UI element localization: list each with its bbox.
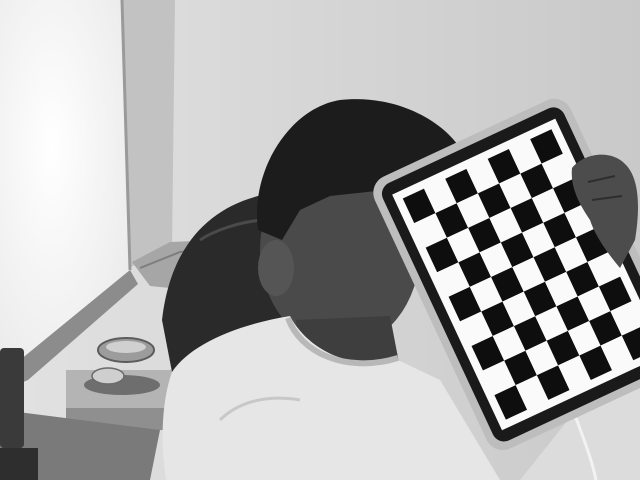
notebook bbox=[0, 448, 38, 480]
bowl-small bbox=[91, 367, 125, 385]
photo-svg bbox=[0, 0, 640, 480]
photo-scene bbox=[0, 0, 640, 480]
mug bbox=[0, 348, 24, 448]
ear bbox=[258, 240, 294, 296]
bowl-large-inner bbox=[106, 341, 146, 353]
